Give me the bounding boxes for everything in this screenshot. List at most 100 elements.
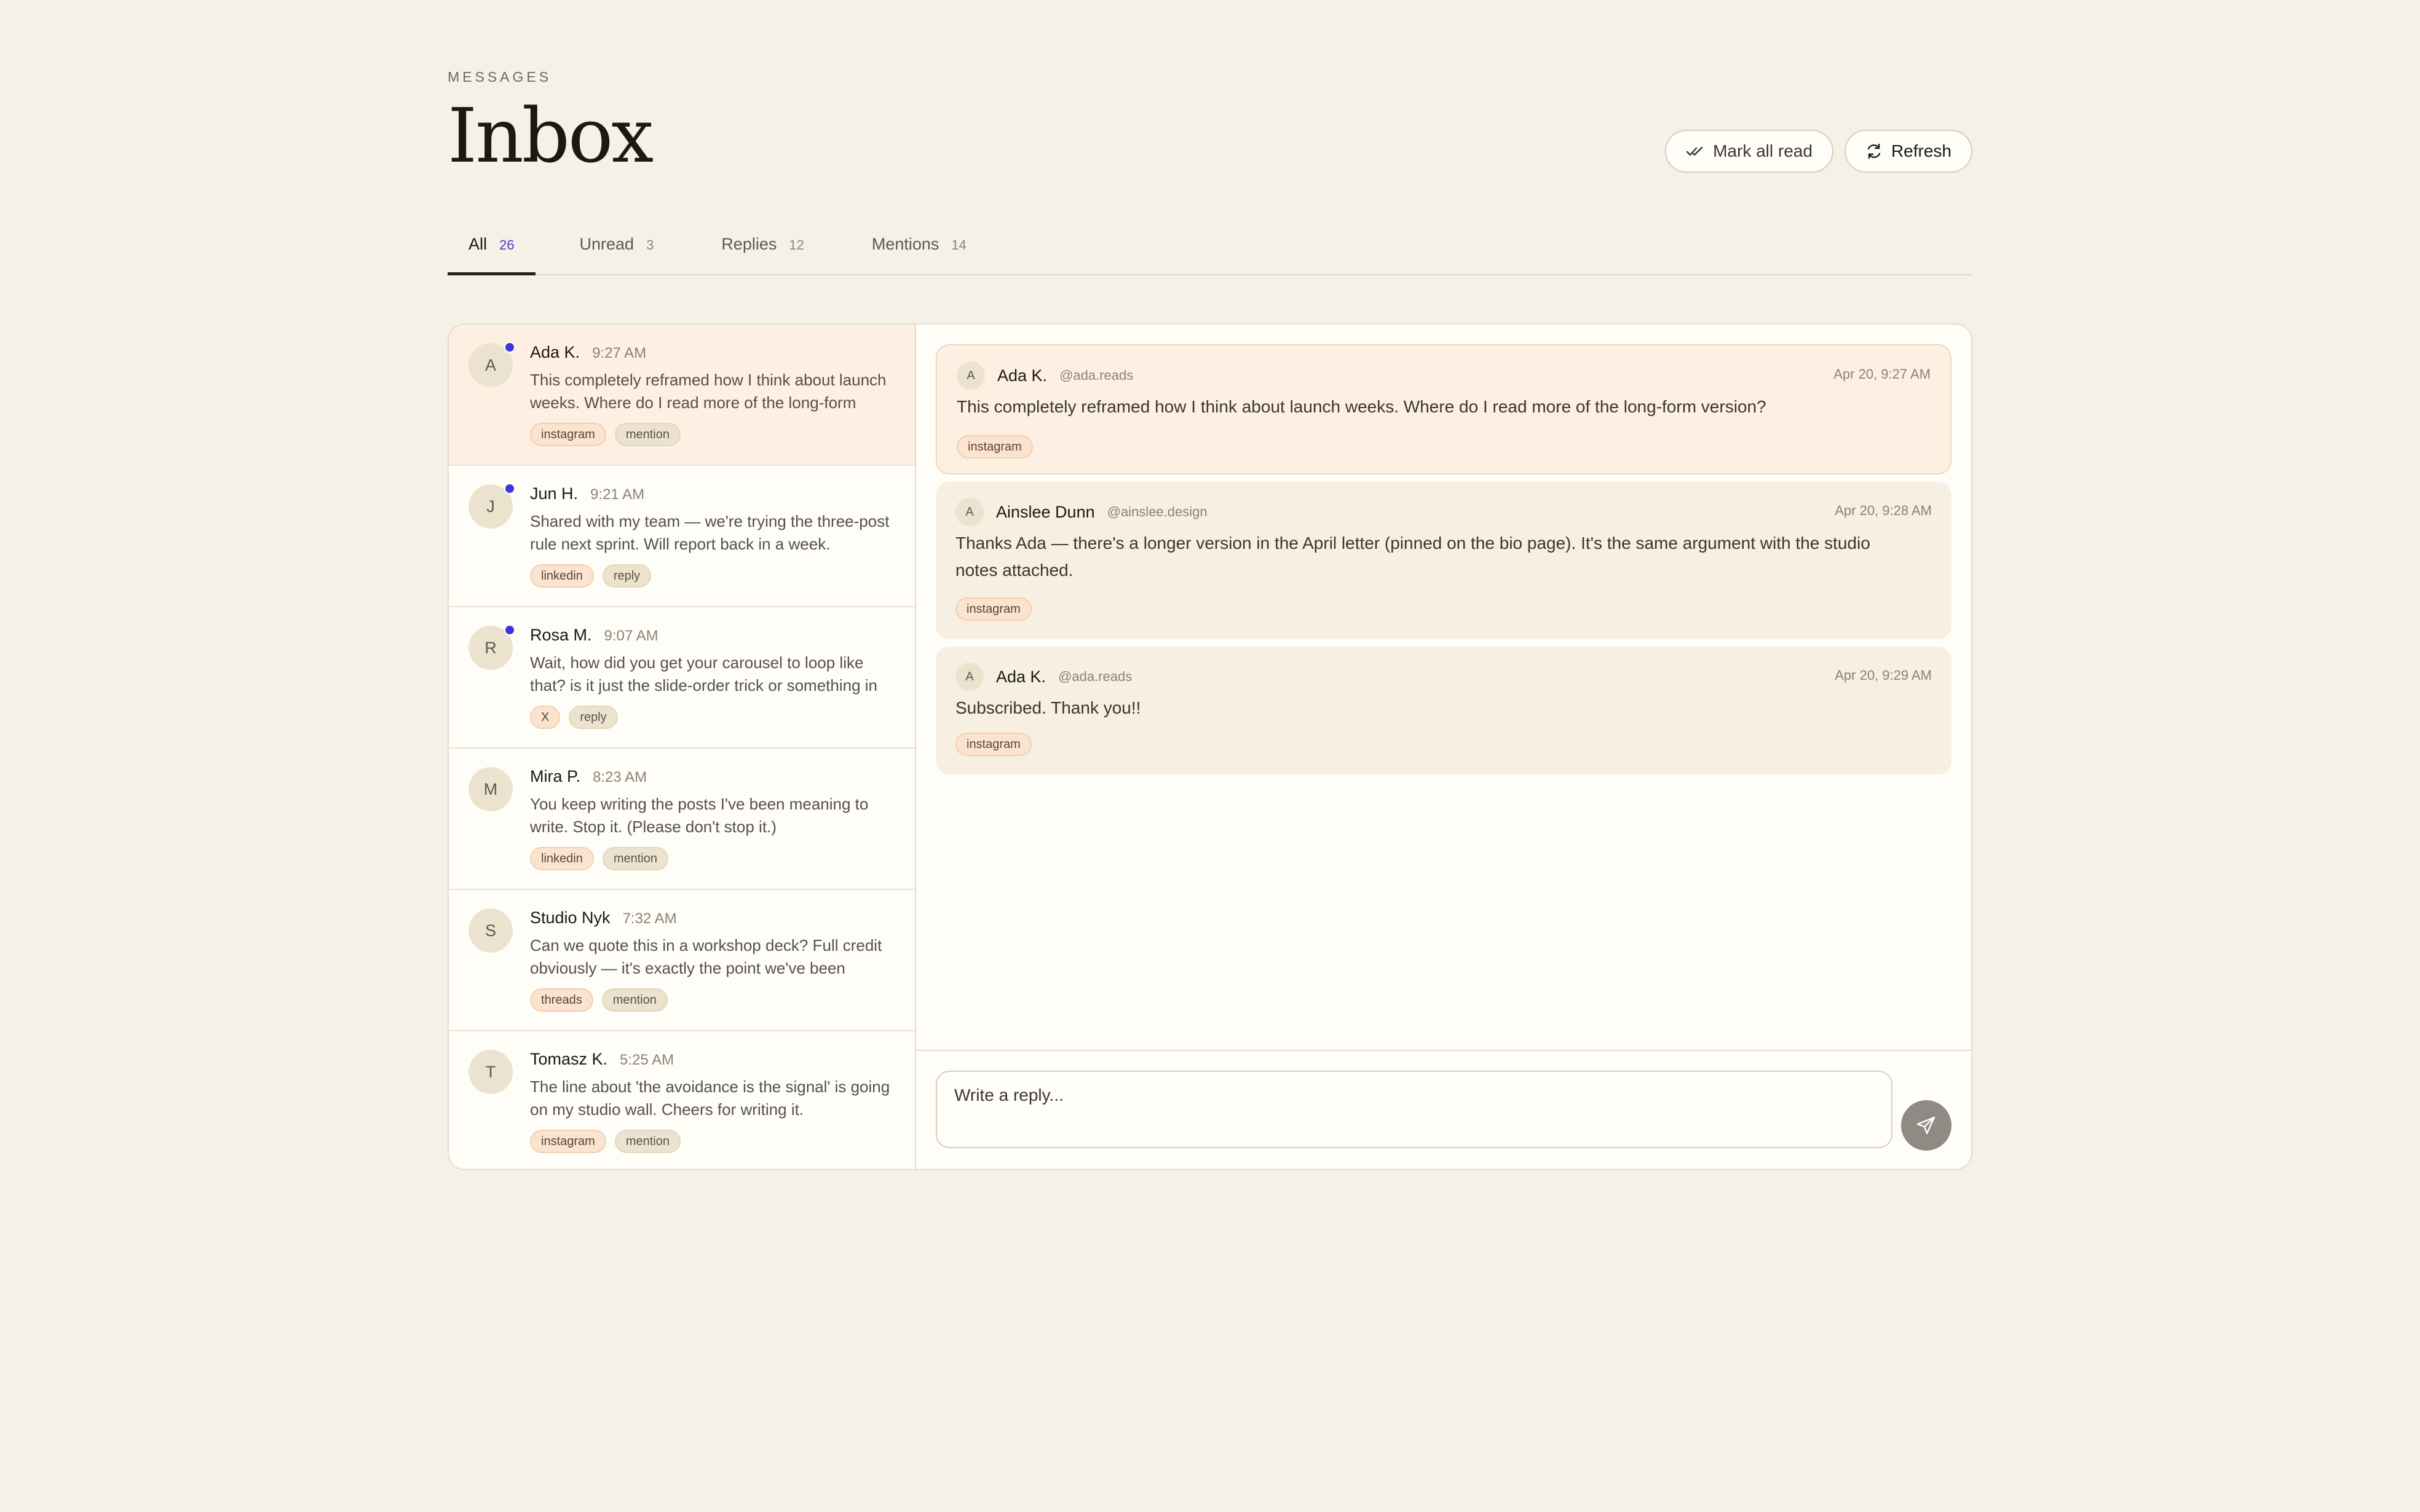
message-time: 7:32 AM xyxy=(622,910,677,927)
tab-count: 14 xyxy=(951,237,967,253)
send-button[interactable] xyxy=(1901,1100,1951,1151)
type-tag: reply xyxy=(602,564,652,588)
message-time: 5:25 AM xyxy=(620,1052,674,1068)
message-time: 9:07 AM xyxy=(604,628,658,644)
type-tag: mention xyxy=(614,423,681,446)
avatar: A xyxy=(955,663,984,691)
avatar: M xyxy=(469,767,513,811)
tab-label: Unread xyxy=(579,235,635,253)
message-list-item[interactable]: J Jun H. 9:21 AM Shared with my team — w… xyxy=(449,466,915,607)
message-snippet: Can we quote this in a workshop deck? Fu… xyxy=(530,936,882,977)
filter-tabs: All 26 Unread 3 Replies 12 Mentions 14 xyxy=(448,227,1972,275)
message-list: A Ada K. 9:27 AM This completely reframe… xyxy=(449,325,916,1169)
platform-tag: instagram xyxy=(955,733,1032,756)
item-header: Jun H. 9:21 AM xyxy=(530,484,644,503)
item-tags: instagram mention xyxy=(530,1130,681,1153)
tab-mentions[interactable]: Mentions 14 xyxy=(851,227,967,274)
unread-dot xyxy=(504,483,515,494)
page-eyebrow: MESSAGES xyxy=(448,69,552,85)
item-header: Rosa M. 9:07 AM xyxy=(530,626,658,645)
message-list-item[interactable]: T Tomasz K. 5:25 AM The line about 'the … xyxy=(449,1031,915,1169)
message-time: 8:23 AM xyxy=(593,769,647,786)
thread-message: A Ada K. @ada.reads Apr 20, 9:29 AM Subs… xyxy=(936,647,1951,774)
message-list-item[interactable]: M Mira P. 8:23 AM You keep writing the p… xyxy=(449,749,915,890)
sender-name: Ada K. xyxy=(530,343,580,361)
tab-label: Replies xyxy=(721,235,777,253)
sender-name: Mira P. xyxy=(530,767,581,786)
type-tag: mention xyxy=(602,847,668,870)
sender-name: Jun H. xyxy=(530,484,579,503)
message-list-item[interactable]: S Studio Nyk 7:32 AM Can we quote this i… xyxy=(449,890,915,1031)
platform-tag: instagram xyxy=(530,423,606,446)
message-body: Thanks Ada — there's a longer version in… xyxy=(955,534,1870,580)
item-tags: threads mention xyxy=(530,988,668,1012)
item-header: Tomasz K. 5:25 AM xyxy=(530,1050,674,1069)
author-handle: @ainslee.design xyxy=(1107,504,1208,519)
platform-tag: instagram xyxy=(955,597,1032,621)
avatar: A xyxy=(957,361,985,390)
unread-dot xyxy=(504,624,515,636)
header-actions: Mark all read Refresh xyxy=(1665,130,1972,173)
page-title: Inbox xyxy=(448,92,654,179)
tab-label: Mentions xyxy=(871,235,939,253)
tab-unread[interactable]: Unread 3 xyxy=(559,227,654,274)
reply-input[interactable]: Write a reply... xyxy=(936,1071,1892,1148)
refresh-label: Refresh xyxy=(1891,141,1951,160)
item-header: Studio Nyk 7:32 AM xyxy=(530,908,677,927)
message-snippet: The line about 'the avoidance is the sig… xyxy=(530,1077,890,1119)
thread-message: A Ainslee Dunn @ainslee.design Apr 20, 9… xyxy=(936,482,1951,639)
item-header: Ada K. 9:27 AM xyxy=(530,343,646,362)
item-header: Mira P. 8:23 AM xyxy=(530,767,647,786)
platform-tag: linkedin xyxy=(530,847,594,870)
avatar: S xyxy=(469,908,513,953)
tab-count: 3 xyxy=(646,237,654,253)
platform-tag: instagram xyxy=(957,435,1033,459)
item-tags: linkedin mention xyxy=(530,847,668,870)
message-header: A Ada K. @ada.reads xyxy=(957,361,1133,390)
message-list-item[interactable]: R Rosa M. 9:07 AM Wait, how did you get … xyxy=(449,607,915,749)
tab-replies[interactable]: Replies 12 xyxy=(700,227,804,274)
tab-count: 12 xyxy=(789,237,804,253)
type-tag: mention xyxy=(601,988,668,1012)
platform-tag: instagram xyxy=(530,1130,606,1153)
tab-count: 26 xyxy=(499,237,515,253)
message-snippet: Shared with my team — we're trying the t… xyxy=(530,512,890,553)
message-body: Subscribed. Thank you!! xyxy=(955,698,1141,717)
message-header: A Ainslee Dunn @ainslee.design xyxy=(955,498,1208,526)
mark-all-read-label: Mark all read xyxy=(1713,141,1813,160)
reply-composer: Write a reply... xyxy=(916,1050,1971,1169)
platform-tag: threads xyxy=(530,988,593,1012)
inbox-panel: A Ada K. 9:27 AM This completely reframe… xyxy=(448,323,1972,1170)
mark-all-read-button[interactable]: Mark all read xyxy=(1665,130,1833,173)
platform-tag: X xyxy=(530,706,561,729)
message-time: 9:27 AM xyxy=(592,345,647,361)
author-name: Ada K. xyxy=(996,667,1046,686)
platform-tag: linkedin xyxy=(530,564,594,588)
message-date: Apr 20, 9:29 AM xyxy=(1835,667,1932,683)
item-tags: linkedin reply xyxy=(530,564,652,588)
sender-name: Tomasz K. xyxy=(530,1050,608,1068)
conversation-thread: A Ada K. @ada.reads Apr 20, 9:27 AM This… xyxy=(916,325,1971,1052)
sender-name: Rosa M. xyxy=(530,626,592,644)
refresh-icon xyxy=(1865,143,1883,160)
message-body: This completely reframed how I think abo… xyxy=(957,397,1766,416)
author-name: Ainslee Dunn xyxy=(996,502,1095,521)
message-snippet: You keep writing the posts I've been mea… xyxy=(530,795,869,836)
type-tag: mention xyxy=(614,1130,681,1153)
message-time: 9:21 AM xyxy=(590,486,645,503)
message-header: A Ada K. @ada.reads xyxy=(955,663,1132,691)
item-tags: X reply xyxy=(530,706,618,729)
avatar: T xyxy=(469,1050,513,1094)
double-check-icon xyxy=(1686,145,1704,157)
message-list-item[interactable]: A Ada K. 9:27 AM This completely reframe… xyxy=(449,325,915,466)
tab-label: All xyxy=(469,235,488,253)
sender-name: Studio Nyk xyxy=(530,908,611,927)
author-name: Ada K. xyxy=(997,366,1048,385)
author-handle: @ada.reads xyxy=(1058,669,1133,684)
message-date: Apr 20, 9:27 AM xyxy=(1833,366,1931,382)
avatar: A xyxy=(955,498,984,526)
type-tag: reply xyxy=(569,706,618,729)
refresh-button[interactable]: Refresh xyxy=(1844,130,1972,173)
tab-all[interactable]: All 26 xyxy=(448,227,535,275)
item-tags: instagram mention xyxy=(530,423,681,446)
